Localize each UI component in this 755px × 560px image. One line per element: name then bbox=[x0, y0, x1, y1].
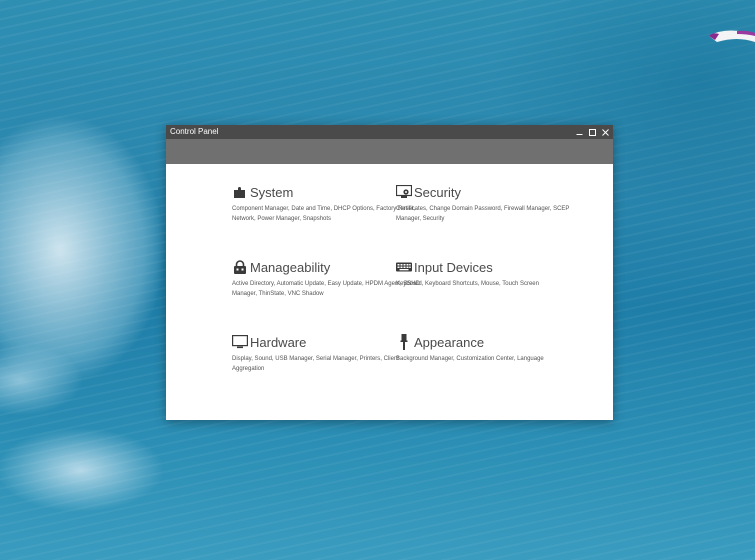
window-toolbar bbox=[166, 139, 613, 164]
category-input-devices: Input Devices Keyboard, Keyboard Shortcu… bbox=[396, 258, 586, 289]
control-panel-window: Control Panel System Component Manager, … bbox=[166, 125, 613, 420]
desktop-background: Control Panel System Component Manager, … bbox=[0, 0, 755, 560]
robot-icon bbox=[232, 259, 248, 275]
category-manageability: Manageability Active Directory, Automati… bbox=[232, 258, 422, 299]
window-title: Control Panel bbox=[170, 127, 219, 136]
minimize-icon bbox=[576, 133, 582, 135]
category-grid: System Component Manager, Date and Time,… bbox=[166, 164, 613, 420]
category-security-header[interactable]: Security bbox=[396, 183, 586, 201]
category-input-devices-title: Input Devices bbox=[414, 259, 493, 275]
category-hardware-header[interactable]: Hardware bbox=[232, 333, 422, 351]
category-input-devices-description[interactable]: Keyboard, Keyboard Shortcuts, Mouse, Tou… bbox=[396, 279, 586, 289]
close-icon bbox=[601, 128, 609, 136]
category-appearance-title: Appearance bbox=[414, 334, 485, 350]
category-system-description[interactable]: Component Manager, Date and Time, DHCP O… bbox=[232, 204, 422, 224]
window-titlebar[interactable]: Control Panel bbox=[166, 125, 613, 139]
minimize-button[interactable] bbox=[574, 125, 584, 139]
category-hardware-description[interactable]: Display, Sound, USB Manager, Serial Mana… bbox=[232, 354, 422, 374]
category-hardware: Hardware Display, Sound, USB Manager, Se… bbox=[232, 333, 422, 374]
category-manageability-description[interactable]: Active Directory, Automatic Update, Easy… bbox=[232, 279, 422, 299]
maximize-button[interactable] bbox=[587, 125, 597, 139]
category-appearance-description[interactable]: Background Manager, Customization Center… bbox=[396, 354, 586, 364]
category-security-title: Security bbox=[414, 184, 461, 200]
kite-sail-image bbox=[709, 30, 755, 42]
maximize-icon bbox=[588, 128, 596, 136]
window-controls bbox=[574, 125, 610, 139]
category-hardware-title: Hardware bbox=[250, 334, 307, 350]
category-manageability-title: Manageability bbox=[250, 259, 331, 275]
category-manageability-header[interactable]: Manageability bbox=[232, 258, 422, 276]
monitor-lock-icon bbox=[396, 184, 412, 200]
paint-brush-icon bbox=[396, 334, 412, 350]
category-system-header[interactable]: System bbox=[232, 183, 422, 201]
category-system-title: System bbox=[250, 184, 294, 200]
category-appearance-header[interactable]: Appearance bbox=[396, 333, 586, 351]
category-system: System Component Manager, Date and Time,… bbox=[232, 183, 422, 224]
category-appearance: Appearance Background Manager, Customiza… bbox=[396, 333, 586, 364]
close-button[interactable] bbox=[600, 125, 610, 139]
keyboard-icon bbox=[396, 259, 412, 275]
category-security-description[interactable]: Certificates, Change Domain Password, Fi… bbox=[396, 204, 586, 224]
category-security: Security Certificates, Change Domain Pas… bbox=[396, 183, 586, 224]
monitor-icon bbox=[232, 334, 248, 350]
puzzle-icon bbox=[232, 184, 248, 200]
category-input-devices-header[interactable]: Input Devices bbox=[396, 258, 586, 276]
